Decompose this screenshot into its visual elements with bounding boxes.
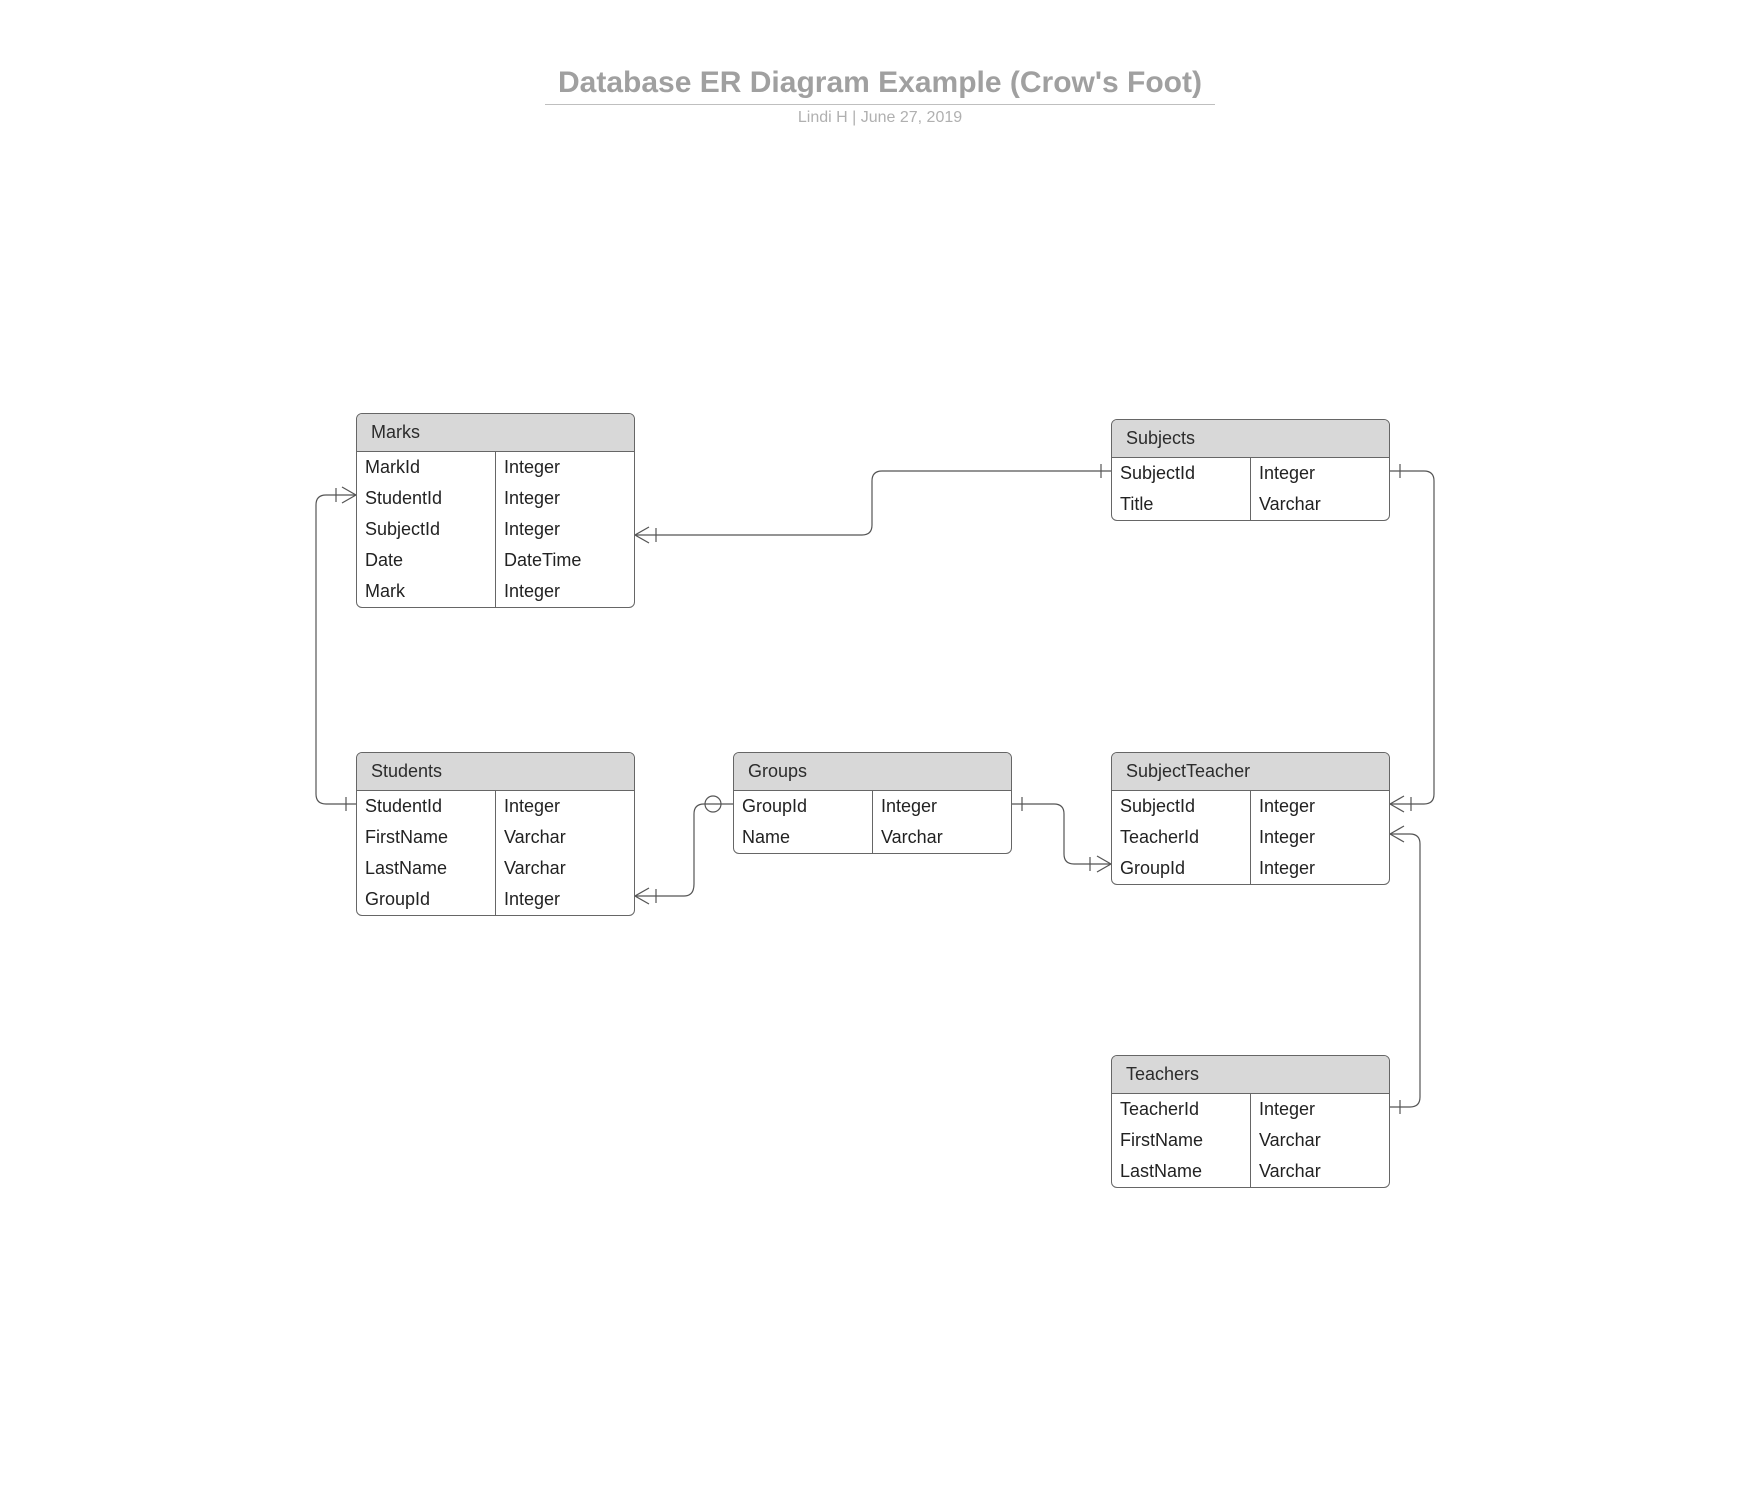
- entity-header-subjectteacher: SubjectTeacher: [1112, 753, 1389, 791]
- title-divider: [545, 104, 1215, 105]
- field-name: StudentId: [357, 483, 495, 514]
- field-type: Integer: [496, 514, 634, 545]
- rel-groups-subjectteacher: [1012, 804, 1111, 864]
- field-type: Integer: [496, 576, 634, 607]
- field-name: TeacherId: [1112, 1094, 1250, 1125]
- field-name: Name: [734, 822, 872, 853]
- field-name: Date: [357, 545, 495, 576]
- entity-marks: MarksMarkIdStudentIdSubjectIdDateMarkInt…: [356, 413, 635, 608]
- field-name: SubjectId: [1112, 458, 1250, 489]
- field-type: Varchar: [496, 822, 634, 853]
- entity-groups: GroupsGroupIdNameIntegerVarchar: [733, 752, 1012, 854]
- field-name: LastName: [1112, 1156, 1250, 1187]
- field-name: SubjectId: [1112, 791, 1250, 822]
- field-type: Integer: [496, 884, 634, 915]
- field-type: Integer: [873, 791, 1011, 822]
- field-name: GroupId: [734, 791, 872, 822]
- entity-students: StudentsStudentIdFirstNameLastNameGroupI…: [356, 752, 635, 916]
- field-type: Integer: [496, 452, 634, 483]
- entity-header-groups: Groups: [734, 753, 1011, 791]
- field-type: Varchar: [1251, 1125, 1389, 1156]
- field-type: Integer: [1251, 1094, 1389, 1125]
- field-name: SubjectId: [357, 514, 495, 545]
- rel-subjects-subjectteacher: [1390, 471, 1434, 804]
- field-type: Integer: [1251, 822, 1389, 853]
- field-type: Varchar: [1251, 1156, 1389, 1187]
- field-name: MarkId: [357, 452, 495, 483]
- entity-teachers: TeachersTeacherIdFirstNameLastNameIntege…: [1111, 1055, 1390, 1188]
- rel-students-marks: [316, 495, 356, 804]
- field-name: Title: [1112, 489, 1250, 520]
- field-name: FirstName: [1112, 1125, 1250, 1156]
- field-type: Integer: [1251, 791, 1389, 822]
- entity-subjects: SubjectsSubjectIdTitleIntegerVarchar: [1111, 419, 1390, 521]
- entity-header-marks: Marks: [357, 414, 634, 452]
- field-type: Integer: [496, 483, 634, 514]
- field-type: Integer: [1251, 853, 1389, 884]
- field-type: Varchar: [496, 853, 634, 884]
- diagram-canvas: MarksMarkIdStudentIdSubjectIdDateMarkInt…: [0, 127, 1760, 1487]
- entity-header-students: Students: [357, 753, 634, 791]
- field-type: Varchar: [1251, 489, 1389, 520]
- field-name: Mark: [357, 576, 495, 607]
- field-name: TeacherId: [1112, 822, 1250, 853]
- entity-header-subjects: Subjects: [1112, 420, 1389, 458]
- rel-teachers-subjectteacher: [1390, 834, 1420, 1107]
- entity-header-teachers: Teachers: [1112, 1056, 1389, 1094]
- entity-subjectteacher: SubjectTeacherSubjectIdTeacherIdGroupIdI…: [1111, 752, 1390, 885]
- diagram-title: Database ER Diagram Example (Crow's Foot…: [0, 66, 1760, 100]
- field-type: DateTime: [496, 545, 634, 576]
- field-name: GroupId: [357, 884, 495, 915]
- rel-groups-students: [635, 804, 733, 896]
- field-type: Integer: [1251, 458, 1389, 489]
- field-name: FirstName: [357, 822, 495, 853]
- diagram-header: Database ER Diagram Example (Crow's Foot…: [0, 66, 1760, 127]
- diagram-subtitle: Lindi H | June 27, 2019: [0, 109, 1760, 127]
- field-type: Varchar: [873, 822, 1011, 853]
- rel-subjects-marks: [635, 471, 1111, 535]
- field-name: LastName: [357, 853, 495, 884]
- field-name: GroupId: [1112, 853, 1250, 884]
- field-name: StudentId: [357, 791, 495, 822]
- field-type: Integer: [496, 791, 634, 822]
